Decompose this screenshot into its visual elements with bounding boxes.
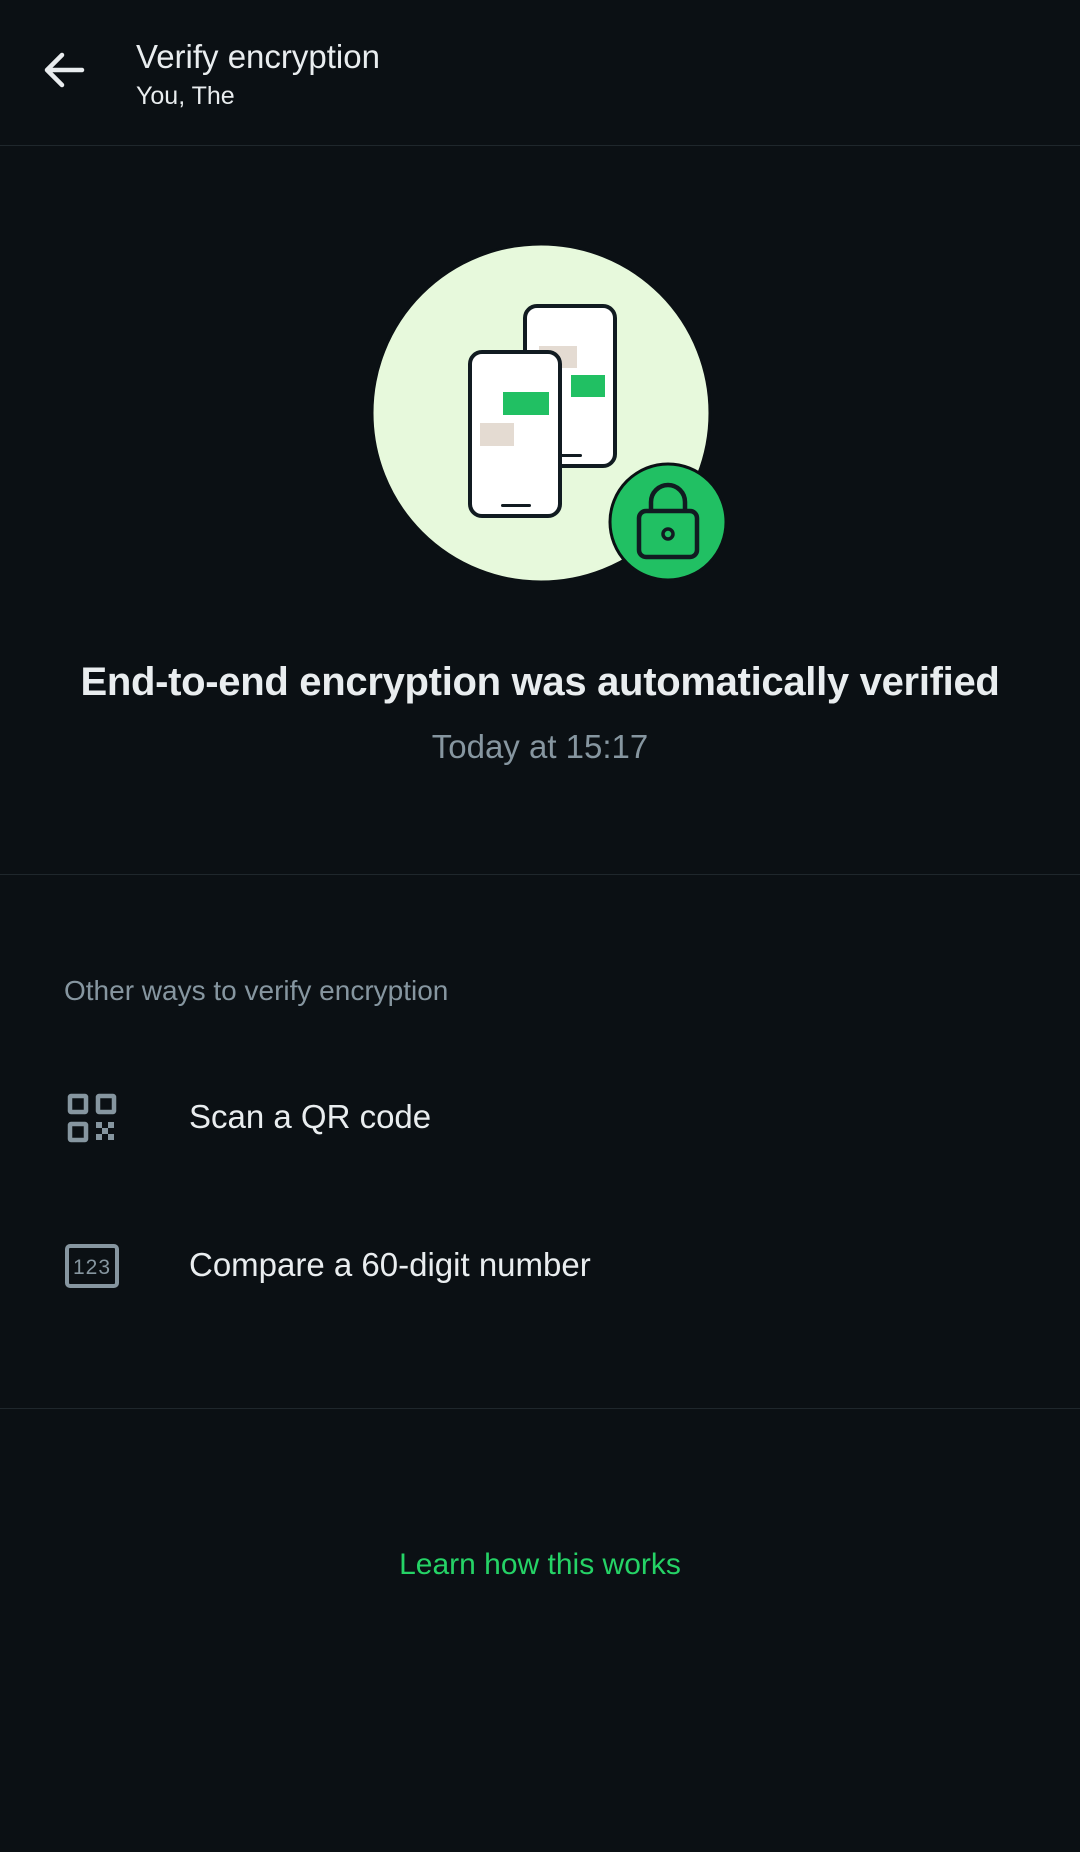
back-button[interactable] xyxy=(28,34,100,106)
svg-text:123: 123 xyxy=(73,1256,111,1279)
option-label: Compare a 60-digit number xyxy=(189,1246,591,1283)
divider xyxy=(0,1408,1080,1409)
verify-encryption-screen: Verify encryption You, The End-to-end en… xyxy=(0,0,1080,1852)
qr-code-icon xyxy=(64,1090,120,1146)
option-label: Scan a QR code xyxy=(189,1098,432,1135)
scan-qr-code-option[interactable]: Scan a QR code xyxy=(0,1058,1080,1178)
verification-timestamp: Today at 15:17 xyxy=(431,728,649,765)
phones-lock-illustration xyxy=(365,240,735,590)
page-subtitle: You, The xyxy=(136,82,235,110)
number-123-icon: 123 xyxy=(64,1238,120,1294)
learn-how-link[interactable]: Learn how this works xyxy=(399,1548,681,1581)
divider xyxy=(0,874,1080,875)
compare-number-option[interactable]: 123 Compare a 60-digit number xyxy=(0,1206,1080,1326)
app-header: Verify encryption You, The xyxy=(0,0,1080,146)
section-label-other-ways: Other ways to verify encryption xyxy=(64,975,449,1006)
arrow-left-icon xyxy=(44,52,85,88)
page-title: Verify encryption xyxy=(136,38,380,75)
learn-how-link-container: Learn how this works xyxy=(0,1548,1080,1582)
verification-status-title: End-to-end encryption was automatically … xyxy=(80,660,1000,704)
